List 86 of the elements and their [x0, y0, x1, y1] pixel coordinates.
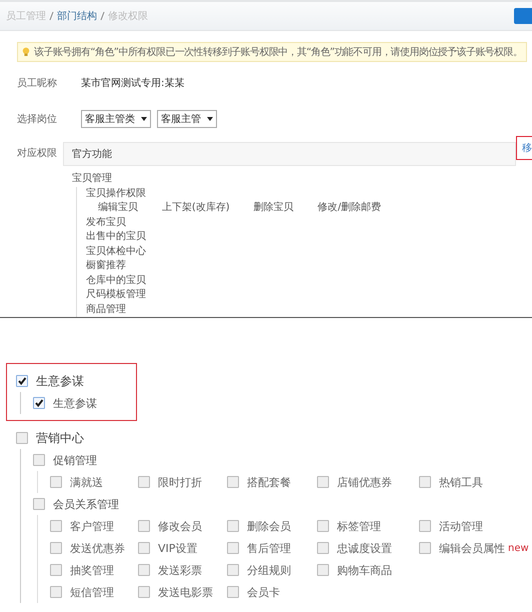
checkbox[interactable]: [227, 476, 239, 488]
breadcrumb-item: 修改权限: [108, 10, 148, 23]
checkbox[interactable]: [138, 564, 150, 576]
checkbox-label: 活动管理: [439, 518, 483, 534]
checkbox[interactable]: [138, 542, 150, 554]
checkbox-label: 发送彩票: [158, 562, 202, 578]
checkbox-label: 删除会员: [247, 518, 291, 534]
checkbox-label: 店铺优惠券: [337, 474, 392, 490]
checkbox[interactable]: [33, 454, 45, 466]
checkbox-label: 短信管理: [70, 584, 114, 600]
tree-item: 宝贝体检中心: [86, 246, 146, 256]
permission-header-title: 官方功能: [72, 148, 112, 161]
field-value: 某市官网测试专用:某某: [81, 76, 184, 90]
checkbox[interactable]: [33, 397, 45, 409]
checkbox[interactable]: [50, 476, 62, 488]
tree-item: 橱窗推荐: [86, 260, 126, 271]
checkbox-label: 促销管理: [53, 452, 97, 468]
checkbox[interactable]: [317, 564, 329, 576]
tree-item: 修改/删除邮费: [318, 201, 382, 215]
field-label: 员工昵称: [17, 77, 58, 90]
checkbox-label: 发送电影票: [158, 584, 213, 600]
lightbulb-icon: [22, 47, 30, 57]
new-label: new: [508, 542, 529, 554]
caret-icon: [141, 117, 147, 121]
slash-icon: [100, 11, 105, 21]
save-button[interactable]: [514, 8, 532, 24]
tree-item: 仓库中的宝贝: [86, 274, 146, 286]
checkbox-label: 忠诚度设置: [337, 540, 392, 556]
tree-item: 尺码模板管理: [86, 289, 146, 300]
checkbox-label: 标签管理: [337, 518, 381, 534]
checkbox-label: 会员卡: [247, 584, 280, 600]
checkbox[interactable]: [227, 542, 239, 554]
checkbox[interactable]: [138, 520, 150, 532]
notice-text: 该子账号拥有“角色”中所有权限已一次性转移到子账号权限中，其“角色”功能不可用，请使用岗位授予该子账号权限。: [34, 46, 522, 59]
checkbox-label: 热销工具: [439, 474, 483, 490]
checkbox[interactable]: [16, 375, 28, 387]
checkbox[interactable]: [138, 586, 150, 598]
tree-item: 删除宝贝: [254, 201, 294, 215]
checkbox-label: 发送优惠券: [70, 540, 125, 556]
position-select[interactable]: 客服主管类: [81, 110, 151, 128]
checkbox[interactable]: [227, 520, 239, 532]
checkbox[interactable]: [317, 476, 329, 488]
tree-item: 上下架(改库存): [162, 201, 230, 215]
checkbox-label: 售后管理: [247, 540, 291, 556]
checkbox-label: 营销中心: [36, 430, 84, 446]
tree-item: 编辑宝贝: [98, 201, 138, 215]
tree-item: 出售中的宝贝: [86, 231, 146, 242]
checkbox-label: 客户管理: [70, 518, 114, 534]
checkbox[interactable]: [227, 586, 239, 598]
checkbox-label: 搭配套餐: [247, 474, 291, 490]
tree-item: 宝贝管理: [72, 173, 112, 184]
checkbox[interactable]: [33, 498, 45, 510]
checkbox[interactable]: [50, 520, 62, 532]
checkbox-label: 购物车商品: [337, 562, 392, 578]
checkbox[interactable]: [227, 564, 239, 576]
checkbox[interactable]: [50, 564, 62, 576]
field-label: 选择岗位: [17, 112, 58, 126]
checkbox-label: 生意参谋: [36, 372, 84, 390]
checkbox[interactable]: [317, 542, 329, 554]
breadcrumb-item[interactable]: 部门结构: [57, 9, 97, 23]
checkbox[interactable]: [419, 476, 431, 488]
breadcrumb-item: 员工管理: [6, 10, 46, 23]
checkbox-label: 分组规则: [247, 562, 291, 578]
checkbox-label: VIP设置: [158, 540, 198, 556]
checkbox-label: 限时打折: [158, 474, 202, 490]
tree-item: 发布宝贝: [86, 216, 126, 228]
position-select[interactable]: 客服主管: [157, 110, 217, 128]
checkbox-label: 修改会员: [158, 518, 202, 534]
checkbox[interactable]: [317, 520, 329, 532]
checkbox[interactable]: [138, 476, 150, 488]
checkbox-label: 满就送: [70, 474, 103, 490]
tree-item: 商品管理: [86, 304, 126, 314]
checkbox[interactable]: [16, 432, 28, 444]
slash-icon: [49, 11, 54, 21]
checkbox-label: 会员关系管理: [53, 496, 119, 512]
edit-link[interactable]: 移: [516, 136, 532, 160]
checkbox[interactable]: [419, 542, 431, 554]
field-label: 对应权限: [17, 146, 58, 160]
checkbox-label: 抽奖管理: [70, 562, 114, 578]
checkbox-label: 生意参谋: [53, 396, 97, 410]
checkbox[interactable]: [50, 586, 62, 598]
caret-icon: [207, 117, 213, 121]
tree-item: 宝贝操作权限: [86, 188, 146, 198]
checkbox[interactable]: [419, 520, 431, 532]
checkbox-label: 编辑会员属性: [439, 540, 505, 556]
checkbox[interactable]: [50, 542, 62, 554]
